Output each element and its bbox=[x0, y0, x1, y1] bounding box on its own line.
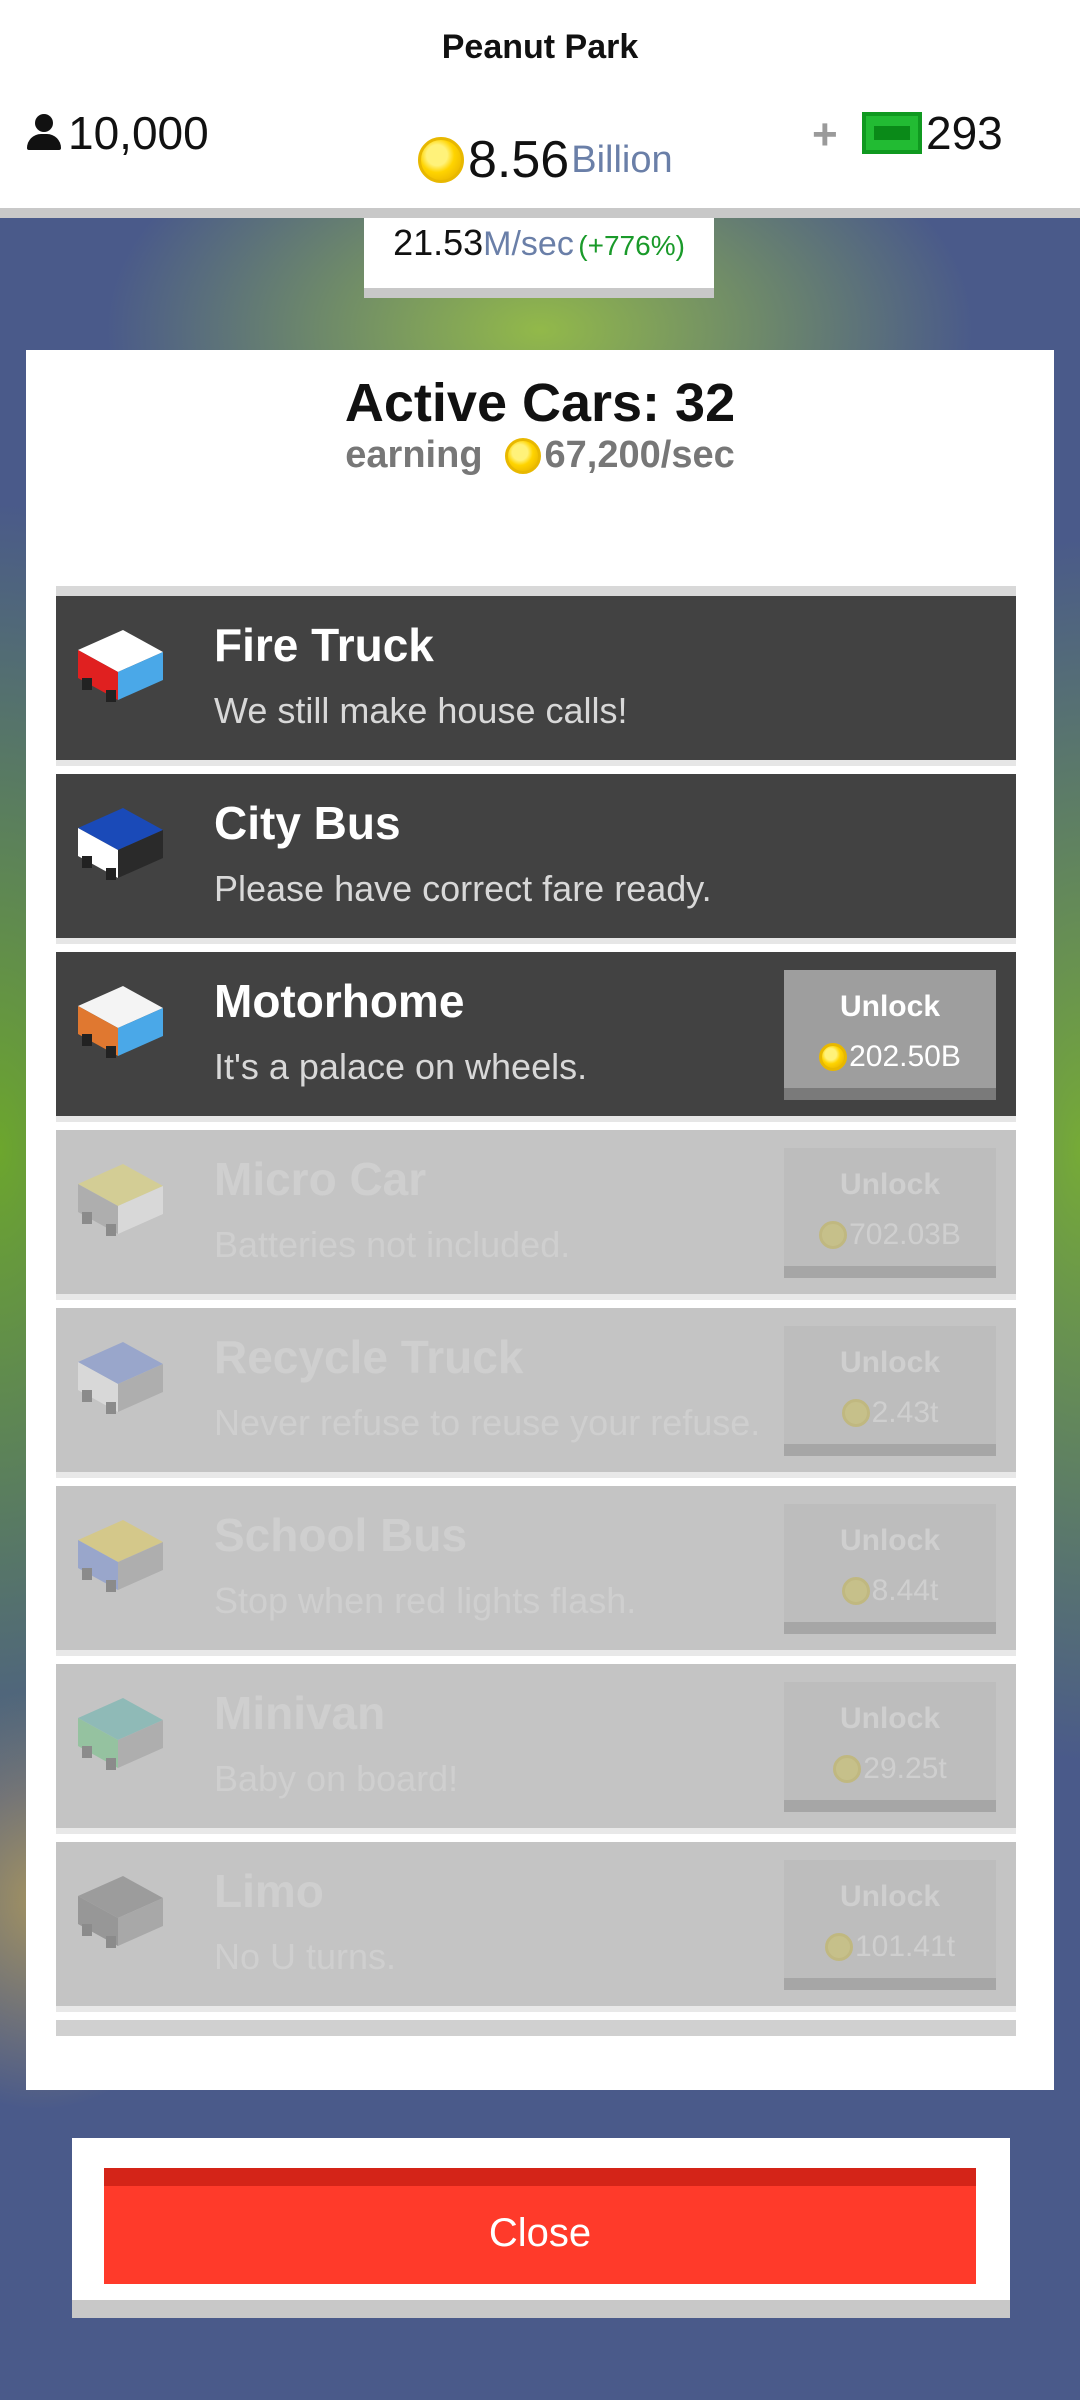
car-name: Fire Truck bbox=[214, 619, 434, 671]
car-icon bbox=[78, 1876, 163, 1948]
visitor-count: 10,000 bbox=[26, 106, 209, 160]
car-row[interactable]: Minivan Baby on board! Unlock 29.25t bbox=[56, 1664, 1016, 1834]
car-row[interactable]: Motorhome It's a palace on wheels. Unlock 2… bbox=[56, 952, 1016, 1122]
car-description: We still make house calls! bbox=[214, 690, 628, 731]
car-row[interactable]: Fire Truck We still make house calls! bbox=[56, 596, 1016, 766]
coin-icon bbox=[841, 1577, 870, 1605]
car-icon bbox=[78, 808, 163, 880]
unlock-button[interactable]: Unlock 8.44t bbox=[784, 1504, 996, 1634]
income-rate-unit: M/sec bbox=[483, 225, 574, 263]
unlock-price: 702.03B bbox=[784, 1218, 996, 1252]
unlock-price: 29.25t bbox=[784, 1752, 996, 1786]
earning-rate: earning 67,200/sec bbox=[26, 434, 1054, 477]
car-description: Please have correct fare ready. bbox=[214, 868, 712, 909]
unlock-price-value: 202.50B bbox=[849, 1040, 961, 1073]
buy-cash-plus-icon[interactable]: + bbox=[812, 110, 838, 160]
car-icon bbox=[78, 1698, 163, 1770]
person-icon bbox=[26, 114, 62, 152]
car-row[interactable]: School Bus Stop when red lights flash. Unl… bbox=[56, 1486, 1016, 1656]
unlock-button[interactable]: Unlock 101.41t bbox=[784, 1860, 996, 1990]
unlock-label: Unlock bbox=[839, 990, 941, 1023]
car-icon bbox=[78, 1520, 163, 1592]
car-row[interactable]: Recycle Truck Never refuse to reuse your … bbox=[56, 1308, 1016, 1478]
unlock-button[interactable]: Unlock 2.43t bbox=[784, 1326, 996, 1456]
unlock-button[interactable]: Unlock 29.25t bbox=[784, 1682, 996, 1812]
unlock-button[interactable]: Unlock 202.50B bbox=[784, 970, 996, 1100]
unlock-price-value: 2.43t bbox=[871, 1396, 939, 1429]
car-row[interactable]: City Bus Please have correct fare ready. bbox=[56, 774, 1016, 944]
unlock-price-value: 702.03B bbox=[849, 1218, 961, 1251]
car-icon bbox=[78, 630, 163, 702]
park-name: Peanut Park bbox=[441, 28, 639, 66]
close-button[interactable]: Close bbox=[104, 2168, 976, 2284]
coin-icon bbox=[504, 437, 541, 474]
car-description: No U turns. bbox=[214, 1936, 397, 1977]
car-name: Motorhome bbox=[214, 975, 465, 1027]
unlock-price-value: 29.25t bbox=[863, 1752, 947, 1785]
income-rate-bonus: (+776%) bbox=[578, 230, 685, 261]
unlock-button[interactable]: Unlock 702.03B bbox=[784, 1148, 996, 1278]
coin-icon bbox=[819, 1221, 848, 1249]
coin-icon bbox=[824, 1933, 853, 1961]
unlock-price: 101.41t bbox=[784, 1930, 996, 1964]
cars-panel: Active Cars: 32 earning 67,200/sec Fire … bbox=[26, 350, 1054, 2090]
unlock-label: Unlock bbox=[839, 1168, 941, 1201]
car-description: Never refuse to reuse your refuse. bbox=[214, 1402, 761, 1443]
car-icon bbox=[78, 986, 163, 1058]
coin-icon bbox=[418, 137, 464, 183]
car-description: Baby on board! bbox=[214, 1758, 459, 1799]
car-name: Limo bbox=[214, 1865, 324, 1917]
car-description: Batteries not included. bbox=[214, 1224, 571, 1265]
unlock-label: Unlock bbox=[839, 1346, 941, 1379]
coin-balance: 8.56 Billion bbox=[418, 130, 673, 190]
car-row[interactable]: Limo No U turns. Unlock 101.41t bbox=[56, 1842, 1016, 2012]
car-description: It's a palace on wheels. bbox=[214, 1046, 588, 1087]
cash-icon[interactable] bbox=[862, 112, 922, 154]
coin-unit: Billion bbox=[571, 138, 673, 181]
income-rate-tab: 21.53M/sec (+776%) bbox=[364, 218, 714, 298]
unlock-label: Unlock bbox=[839, 1524, 941, 1557]
cash-amount: 293 bbox=[926, 107, 1003, 159]
earning-label: earning bbox=[345, 434, 483, 476]
car-name: City Bus bbox=[214, 797, 401, 849]
car-name: Minivan bbox=[214, 1687, 386, 1739]
visitor-count-value: 10,000 bbox=[68, 107, 209, 159]
unlock-price: 202.50B bbox=[784, 1040, 996, 1074]
coin-icon bbox=[819, 1043, 848, 1071]
car-description: Stop when red lights flash. bbox=[214, 1580, 637, 1621]
unlock-price-value: 101.41t bbox=[854, 1930, 956, 1963]
active-cars-title: Active Cars: 32 bbox=[344, 373, 736, 433]
car-name: School Bus bbox=[214, 1509, 468, 1561]
coin-icon bbox=[841, 1399, 870, 1427]
income-rate-value: 21.53 bbox=[393, 222, 484, 263]
coin-icon bbox=[833, 1755, 862, 1783]
car-row[interactable]: Micro Car Batteries not included. Unlock 70… bbox=[56, 1130, 1016, 1300]
car-name: Recycle Truck bbox=[214, 1331, 524, 1383]
coin-amount: 8.56 bbox=[468, 131, 570, 189]
unlock-price: 8.44t bbox=[784, 1574, 996, 1608]
earning-value: 67,200/sec bbox=[544, 434, 735, 476]
car-icon bbox=[78, 1164, 163, 1236]
top-hud: Peanut Park 10,000 8.56 Billion + 293 bbox=[0, 0, 1080, 218]
unlock-price: 2.43t bbox=[784, 1396, 996, 1430]
list-divider bbox=[56, 586, 1016, 596]
unlock-price-value: 8.44t bbox=[871, 1574, 939, 1607]
close-button-frame: Close bbox=[72, 2138, 1010, 2318]
unlock-label: Unlock bbox=[839, 1880, 941, 1913]
list-divider bbox=[56, 2020, 1016, 2036]
unlock-label: Unlock bbox=[839, 1702, 941, 1735]
car-icon bbox=[78, 1342, 163, 1414]
car-name: Micro Car bbox=[214, 1153, 427, 1205]
